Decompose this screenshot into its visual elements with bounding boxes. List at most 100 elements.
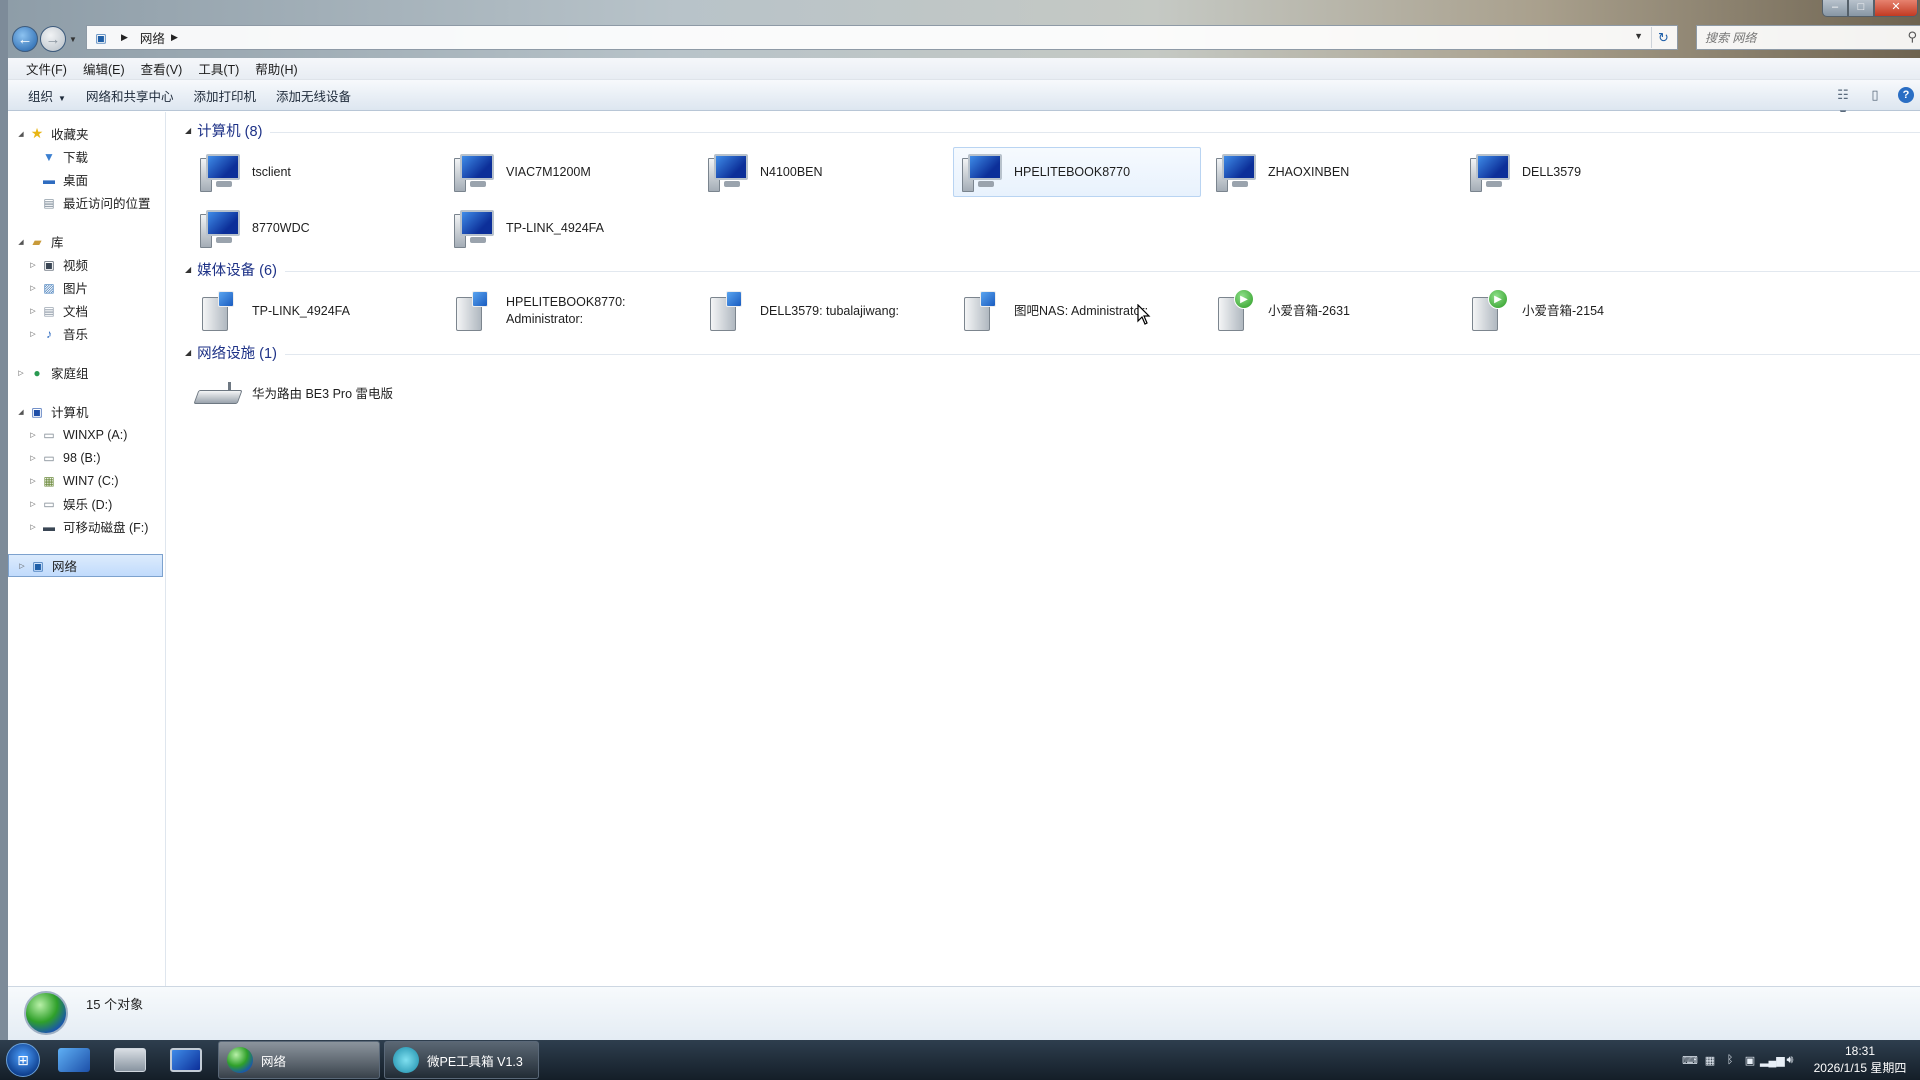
nav-drive-f[interactable]: ▷ ▬ 可移动磁盘 (F:) bbox=[8, 515, 165, 538]
nav-drive-c[interactable]: ▷ ▦ WIN7 (C:) bbox=[8, 469, 165, 492]
media-device-item[interactable]: DELL3579: tubalajiwang: bbox=[699, 286, 947, 336]
change-view-icon[interactable]: ☷ ▾ bbox=[1834, 86, 1852, 120]
breadcrumb-arrow-icon[interactable]: ▶ bbox=[121, 32, 128, 43]
computer-item[interactable]: 8770WDC bbox=[191, 203, 439, 253]
expand-arrow-icon[interactable]: ▷ bbox=[16, 369, 26, 377]
downloads-folder-icon: ▼ bbox=[43, 149, 55, 164]
collapse-arrow-icon[interactable]: ◢ bbox=[185, 265, 191, 274]
nav-videos[interactable]: ▷ ▣ 视频 bbox=[8, 253, 165, 276]
expand-arrow-icon[interactable]: ▷ bbox=[28, 261, 38, 269]
expand-arrow-icon[interactable]: ▷ bbox=[28, 454, 38, 462]
item-name: 8770WDC bbox=[252, 220, 310, 235]
network-infrastructure-item[interactable]: 华为路由 BE3 Pro 雷电版 bbox=[191, 369, 439, 419]
expand-arrow-icon[interactable]: ▷ bbox=[28, 477, 38, 485]
computer-item[interactable]: ZHAOXINBEN bbox=[1207, 147, 1455, 197]
expand-arrow-icon[interactable]: ▷ bbox=[28, 500, 38, 508]
nav-recent-places[interactable]: ▤ 最近访问的位置 bbox=[8, 191, 165, 214]
back-button[interactable]: ← bbox=[12, 26, 38, 52]
maximize-button[interactable]: □ bbox=[1848, 0, 1874, 17]
start-button[interactable]: ⊞ bbox=[0, 1040, 46, 1080]
network-sharing-center-button[interactable]: 网络和共享中心 bbox=[76, 82, 184, 109]
search-icon[interactable]: ⚲ bbox=[1907, 29, 1917, 45]
menu-help[interactable]: 帮助(H) bbox=[247, 57, 305, 80]
search-input[interactable] bbox=[1705, 30, 1890, 45]
nav-favorites[interactable]: ◢ ★ 收藏夹 bbox=[8, 122, 165, 145]
volume-icon[interactable]: 🔊︎ bbox=[1780, 1054, 1800, 1067]
collapse-arrow-icon[interactable]: ◢ bbox=[185, 348, 191, 357]
nav-drive-d[interactable]: ▷ ▭ 娱乐 (D:) bbox=[8, 492, 165, 515]
clock[interactable]: 18:31 2026/1/15 星期四 bbox=[1800, 1043, 1920, 1077]
task-network-window[interactable]: 网络 bbox=[218, 1041, 380, 1079]
wepe-toolbox-icon bbox=[393, 1047, 419, 1073]
breadcrumb-network[interactable]: 网络 bbox=[140, 28, 165, 47]
media-device-item[interactable]: 图吧NAS: Administrator: bbox=[953, 286, 1201, 336]
search-box[interactable]: ⚲ bbox=[1696, 25, 1920, 50]
nav-homegroup[interactable]: ▷ ● 家庭组 bbox=[8, 361, 165, 384]
object-count: 15 个对象 bbox=[86, 997, 144, 1012]
address-history-dropdown[interactable]: ▼ bbox=[1634, 31, 1643, 41]
collapse-arrow-icon[interactable]: ◢ bbox=[16, 130, 26, 138]
bluetooth-icon[interactable]: ᛒ bbox=[1720, 1054, 1740, 1066]
group-header-media[interactable]: ◢ 媒体设备 (6) bbox=[167, 259, 1920, 279]
nav-documents[interactable]: ▷ ▤ 文档 bbox=[8, 299, 165, 322]
minimize-button[interactable]: – bbox=[1822, 0, 1848, 17]
task-wepe-toolbox[interactable]: 微PE工具箱 V1.3 bbox=[384, 1041, 539, 1079]
recent-pages-dropdown[interactable]: ▼ bbox=[69, 35, 77, 44]
media-device-item[interactable]: HPELITEBOOK8770: Administrator: bbox=[445, 286, 693, 336]
nav-pictures[interactable]: ▷ ▨ 图片 bbox=[8, 276, 165, 299]
nav-libraries[interactable]: ◢ ▰ 库 bbox=[8, 230, 165, 253]
computer-item[interactable]: tsclient bbox=[191, 147, 439, 197]
organize-button[interactable]: 组织 ▼ bbox=[18, 82, 76, 109]
expand-arrow-icon[interactable]: ▷ bbox=[28, 330, 38, 338]
signal-bars-icon[interactable]: ▂▄▆ bbox=[1760, 1054, 1785, 1067]
expand-arrow-icon[interactable]: ▷ bbox=[28, 431, 38, 439]
menu-tools[interactable]: 工具(T) bbox=[190, 57, 247, 80]
explorer-window: – □ ✕ ← → ▼ ▣ ▶ 网络 ▶ ▼ ↻ ⚲ 文件(F) 编辑(E) 查… bbox=[0, 0, 1920, 1040]
expand-arrow-icon[interactable]: ▷ bbox=[17, 562, 27, 570]
media-device-item[interactable]: ▶ 小爱音箱-2631 bbox=[1207, 286, 1455, 336]
nav-desktop[interactable]: ▬ 桌面 bbox=[8, 168, 165, 191]
computer-item[interactable]: VIAC7M1200M bbox=[445, 147, 693, 197]
menu-file[interactable]: 文件(F) bbox=[18, 57, 75, 80]
keyboard-icon[interactable]: ⌨ bbox=[1680, 1054, 1700, 1067]
nav-downloads[interactable]: ▼ 下载 bbox=[8, 145, 165, 168]
preview-pane-icon[interactable]: ▯ bbox=[1866, 86, 1884, 104]
nav-network[interactable]: ▷ ▣ 网络 bbox=[8, 554, 163, 577]
network-status-icon[interactable]: ▦ bbox=[1700, 1054, 1720, 1067]
menu-view[interactable]: 查看(V) bbox=[133, 57, 191, 80]
add-printer-button[interactable]: 添加打印机 bbox=[183, 82, 266, 109]
pinned-computer[interactable] bbox=[158, 1041, 214, 1079]
group-header-computers[interactable]: ◢ 计算机 (8) bbox=[167, 120, 1920, 140]
nav-music[interactable]: ▷ ♪ 音乐 bbox=[8, 322, 165, 345]
forward-button[interactable]: → bbox=[40, 26, 66, 52]
group-header-infrastructure[interactable]: ◢ 网络设施 (1) bbox=[167, 342, 1920, 362]
menu-edit[interactable]: 编辑(E) bbox=[75, 57, 133, 80]
close-button[interactable]: ✕ bbox=[1874, 0, 1918, 17]
expand-arrow-icon[interactable]: ▷ bbox=[28, 523, 38, 531]
usb-device-icon[interactable]: ▣ bbox=[1740, 1054, 1760, 1067]
nav-drive-a[interactable]: ▷ ▭ WINXP (A:) bbox=[8, 423, 165, 446]
collapse-arrow-icon[interactable]: ◢ bbox=[16, 408, 26, 416]
pinned-show-desktop[interactable] bbox=[46, 1041, 102, 1079]
nav-computer[interactable]: ◢ ▣ 计算机 bbox=[8, 400, 165, 423]
computer-item[interactable]: HPELITEBOOK8770 bbox=[953, 147, 1201, 197]
computer-item[interactable]: N4100BEN bbox=[699, 147, 947, 197]
music-note-icon: ♪ bbox=[46, 326, 52, 341]
media-device-item[interactable]: TP-LINK_4924FA bbox=[191, 286, 439, 336]
expand-arrow-icon[interactable]: ▷ bbox=[28, 284, 38, 292]
computer-item[interactable]: TP-LINK_4924FA bbox=[445, 203, 693, 253]
add-wireless-device-button[interactable]: 添加无线设备 bbox=[266, 82, 361, 109]
collapse-arrow-icon[interactable]: ◢ bbox=[185, 126, 191, 135]
organize-label: 组织 bbox=[28, 89, 54, 104]
collapse-arrow-icon[interactable]: ◢ bbox=[16, 238, 26, 246]
expand-arrow-icon[interactable]: ▷ bbox=[28, 307, 38, 315]
media-device-item[interactable]: ▶ 小爱音箱-2154 bbox=[1461, 286, 1709, 336]
pinned-explorer[interactable] bbox=[102, 1041, 158, 1079]
computer-item[interactable]: DELL3579 bbox=[1461, 147, 1709, 197]
item-name: ZHAOXINBEN bbox=[1268, 164, 1350, 179]
refresh-button[interactable]: ↻ bbox=[1651, 27, 1675, 48]
breadcrumb-arrow-icon[interactable]: ▶ bbox=[171, 32, 178, 43]
help-icon[interactable]: ? bbox=[1898, 87, 1914, 103]
address-bar[interactable]: ▣ ▶ 网络 ▶ ▼ ↻ bbox=[86, 25, 1678, 50]
nav-drive-b[interactable]: ▷ ▭ 98 (B:) bbox=[8, 446, 165, 469]
